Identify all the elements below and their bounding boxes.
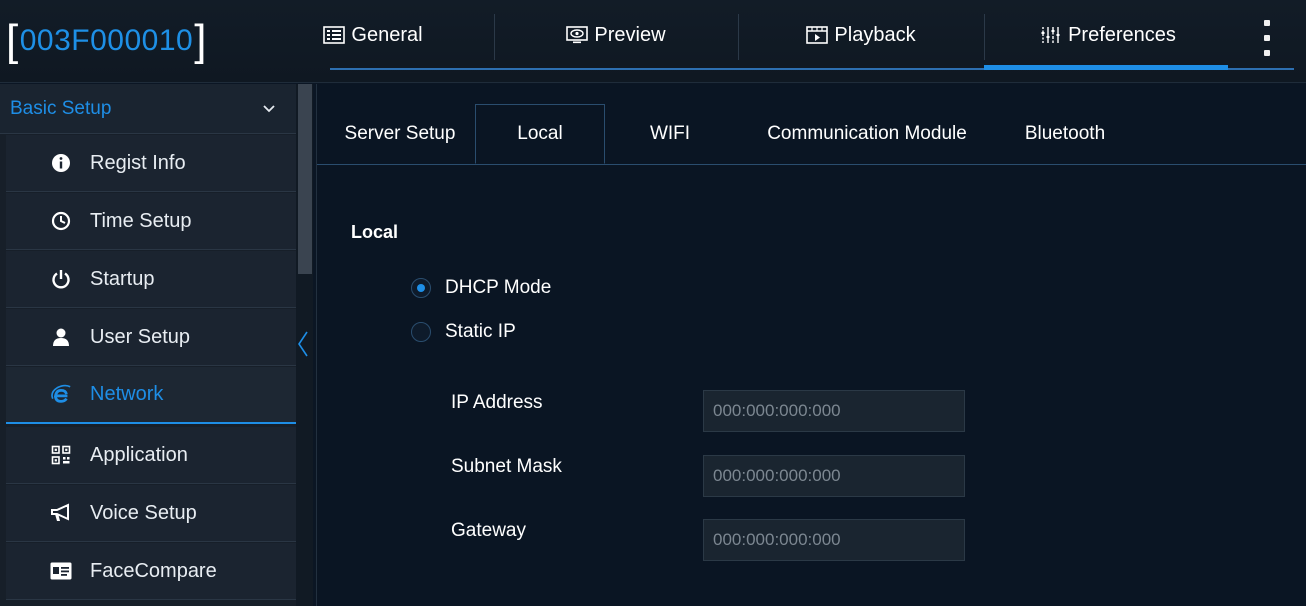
sidebar-item-startup[interactable]: Startup [6, 251, 296, 308]
tab-bluetooth[interactable]: Bluetooth [1007, 104, 1123, 164]
collapse-sidebar-icon[interactable] [296, 330, 310, 358]
sidebar-item-label: Application [90, 443, 188, 466]
subnet-mask-label: Subnet Mask [451, 456, 562, 477]
playback-icon [806, 26, 829, 44]
power-icon [50, 268, 72, 290]
tab-preferences-label: Preferences [1068, 23, 1176, 46]
tab-divider [984, 14, 985, 60]
tab-general[interactable]: General [318, 18, 428, 52]
sub-tabs: Server Setup Local WIFI Communication Mo… [317, 84, 1306, 165]
kebab-menu-icon[interactable] [1256, 20, 1278, 56]
network-icon [50, 384, 72, 406]
id-card-icon [50, 560, 72, 582]
user-icon [50, 326, 72, 348]
tab-playback-label: Playback [834, 23, 916, 46]
gateway-label: Gateway [451, 520, 526, 541]
section-title: Local [351, 222, 399, 242]
sidebar-item-label: Regist Info [90, 151, 186, 174]
sidebar-scrollbar-thumb[interactable] [298, 84, 312, 274]
device-id: [ 003F000010 ] [6, 12, 207, 70]
tab-communication-module[interactable]: Communication Module [743, 104, 991, 164]
sidebar: Basic Setup Regist Info Time Setup Start… [0, 84, 296, 606]
tab-general-label: General [351, 23, 423, 46]
sidebar-item-voice-setup[interactable]: Voice Setup [6, 485, 296, 542]
static-ip-radio[interactable]: Static IP [411, 321, 516, 343]
tab-preview-label: Preview [594, 23, 666, 46]
subnet-mask-input[interactable] [703, 455, 965, 497]
tab-preferences[interactable]: Preferences [1028, 18, 1188, 52]
megaphone-icon [50, 502, 72, 524]
sidebar-item-application[interactable]: Application [6, 427, 296, 484]
sidebar-item-label: Network [90, 383, 164, 405]
sidebar-section-basic-setup[interactable]: Basic Setup [0, 84, 296, 134]
active-tab-indicator [984, 65, 1228, 70]
sidebar-item-label: User Setup [90, 325, 191, 348]
sidebar-item-label: Time Setup [90, 209, 192, 232]
tab-divider [494, 14, 495, 60]
sidebar-item-network[interactable]: Network [6, 367, 296, 424]
tab-label: Server Setup [344, 123, 456, 144]
top-tabs: General Preview Playback Preferences [312, 0, 1294, 82]
sidebar-item-regist-info[interactable]: Regist Info [6, 135, 296, 192]
radio-selected-icon[interactable] [411, 278, 431, 298]
sidebar-item-label: Startup [90, 267, 155, 290]
tab-divider [738, 14, 739, 60]
sidebar-item-label: FaceCompare [90, 559, 217, 582]
tab-local[interactable]: Local [475, 104, 605, 164]
radio-label: Static IP [445, 321, 516, 342]
sidebar-item-user-setup[interactable]: User Setup [6, 309, 296, 366]
sidebar-section-title: Basic Setup [10, 97, 112, 119]
device-id-text: 003F000010 [19, 24, 194, 57]
tab-label: Local [517, 123, 563, 144]
main-panel: Server Setup Local WIFI Communication Mo… [316, 84, 1306, 606]
info-icon [50, 152, 72, 174]
preferences-icon [1040, 26, 1062, 44]
ip-address-input[interactable] [703, 390, 965, 432]
tab-preview[interactable]: Preview [556, 18, 676, 52]
tab-wifi[interactable]: WIFI [617, 104, 723, 164]
preview-icon [566, 26, 589, 44]
chevron-down-icon [263, 104, 275, 112]
general-icon [323, 26, 346, 44]
tab-playback[interactable]: Playback [798, 18, 924, 52]
tab-label: Communication Module [767, 123, 967, 144]
tab-server-setup[interactable]: Server Setup [327, 104, 473, 164]
tab-label: WIFI [649, 123, 691, 144]
left-bracket: [ [6, 16, 19, 65]
tab-label: Bluetooth [1024, 123, 1106, 144]
radio-unselected-icon[interactable] [411, 322, 431, 342]
clock-icon [50, 210, 72, 232]
right-bracket: ] [194, 16, 207, 65]
qr-code-icon [50, 444, 72, 466]
top-bar: [ 003F000010 ] General Preview Playback [0, 0, 1306, 83]
sidebar-item-facecompare[interactable]: FaceCompare [6, 543, 296, 600]
sidebar-item-time-setup[interactable]: Time Setup [6, 193, 296, 250]
ip-address-label: IP Address [451, 392, 543, 413]
gateway-input[interactable] [703, 519, 965, 561]
radio-label: DHCP Mode [445, 277, 552, 298]
sidebar-item-label: Voice Setup [90, 501, 197, 524]
dhcp-mode-radio[interactable]: DHCP Mode [411, 277, 551, 299]
